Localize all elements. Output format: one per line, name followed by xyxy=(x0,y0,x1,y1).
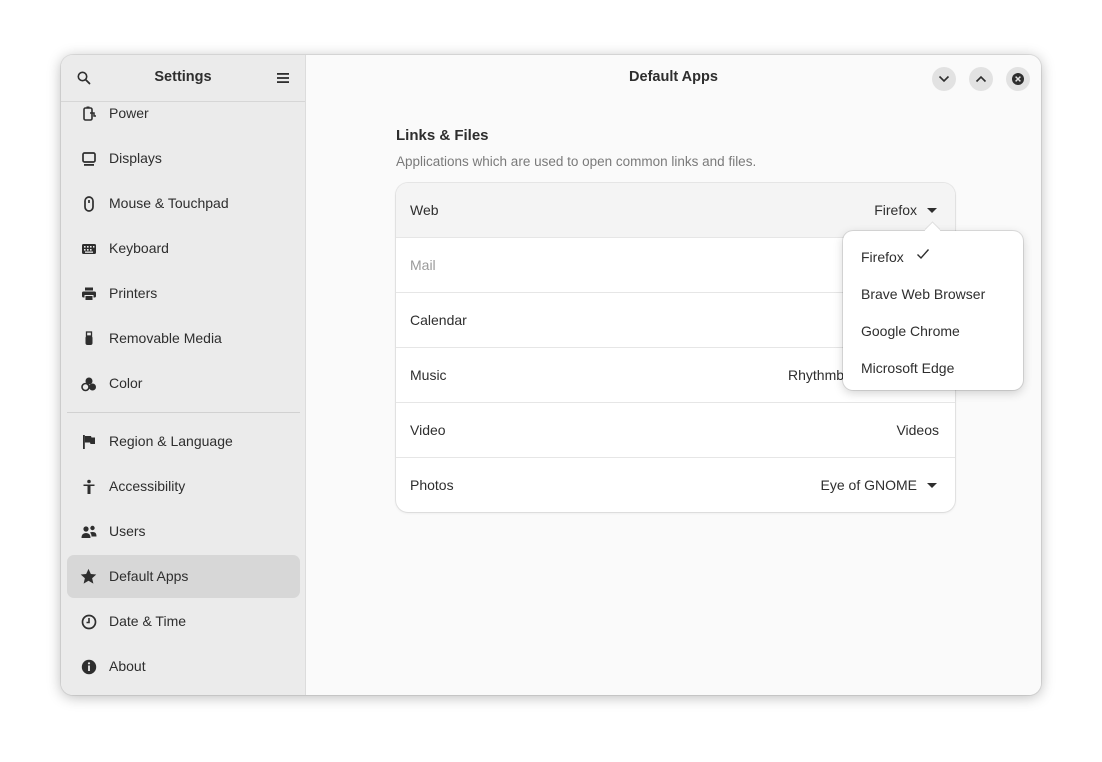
sidebar-item-removable-media[interactable]: Removable Media xyxy=(67,317,300,360)
sidebar-item-displays[interactable]: Displays xyxy=(67,137,300,180)
sidebar-separator xyxy=(67,412,300,413)
sidebar-item-label: Users xyxy=(109,523,146,539)
users-icon xyxy=(80,523,97,540)
hamburger-menu-icon xyxy=(277,73,289,83)
row-web[interactable]: Web Firefox xyxy=(396,183,955,238)
sidebar-item-mouse-touchpad[interactable]: Mouse & Touchpad xyxy=(67,182,300,225)
sidebar-item-label: Displays xyxy=(109,150,162,166)
color-icon xyxy=(80,375,97,392)
checkmark-icon xyxy=(917,249,930,260)
main-menu-button[interactable] xyxy=(271,66,295,90)
keyboard-icon xyxy=(80,240,97,257)
sidebar-item-label: Power xyxy=(109,105,149,121)
page-title: Default Apps xyxy=(629,69,718,85)
usb-icon xyxy=(80,330,97,347)
popover-option-edge[interactable]: Microsoft Edge xyxy=(849,350,1017,384)
star-icon xyxy=(80,568,97,585)
printer-icon xyxy=(80,285,97,302)
row-label: Calendar xyxy=(410,312,467,328)
close-button[interactable] xyxy=(1006,67,1030,91)
sidebar-item-color[interactable]: Color xyxy=(67,362,300,405)
dropdown-arrow-icon xyxy=(927,483,937,488)
accessibility-icon xyxy=(80,478,97,495)
row-label: Mail xyxy=(410,257,436,273)
sidebar-item-label: Mouse & Touchpad xyxy=(109,195,229,211)
sidebar: Settings Power Displays Mouse & Touchpad… xyxy=(61,55,306,695)
sidebar-item-label: Keyboard xyxy=(109,240,169,256)
section-subtitle: Applications which are used to open comm… xyxy=(396,154,757,169)
section-title: Links & Files xyxy=(396,127,489,144)
row-label: Photos xyxy=(410,477,454,493)
power-icon xyxy=(80,105,97,122)
clock-icon xyxy=(80,613,97,630)
sidebar-item-label: Region & Language xyxy=(109,433,233,449)
flag-icon xyxy=(80,433,97,450)
sidebar-item-label: Color xyxy=(109,375,143,391)
row-value: Firefox xyxy=(874,202,917,218)
sidebar-item-about[interactable]: About xyxy=(67,645,300,688)
option-label: Google Chrome xyxy=(861,323,960,339)
sidebar-title: Settings xyxy=(154,69,212,85)
popover-option-chrome[interactable]: Google Chrome xyxy=(849,313,1017,347)
row-value: Rhythmb xyxy=(788,367,845,383)
sidebar-item-printers[interactable]: Printers xyxy=(67,272,300,315)
sidebar-item-label: Default Apps xyxy=(109,568,189,584)
settings-window: Settings Power Displays Mouse & Touchpad… xyxy=(61,55,1041,695)
sidebar-item-keyboard[interactable]: Keyboard xyxy=(67,227,300,270)
row-value: Videos xyxy=(896,422,939,438)
chevron-down-icon xyxy=(938,75,950,83)
display-icon xyxy=(80,150,97,167)
option-label: Firefox xyxy=(861,249,904,265)
sidebar-header: Settings xyxy=(61,55,305,102)
sidebar-item-users[interactable]: Users xyxy=(67,510,300,553)
dropdown-arrow-icon xyxy=(927,208,937,213)
option-label: Brave Web Browser xyxy=(861,286,986,302)
sidebar-item-default-apps[interactable]: Default Apps xyxy=(67,555,300,598)
main-header: Default Apps xyxy=(306,55,1041,101)
mouse-icon xyxy=(80,195,97,212)
chevron-up-icon xyxy=(975,75,987,83)
row-value: Eye of GNOME xyxy=(820,477,917,493)
web-browser-popover: Firefox Brave Web Browser Google Chrome … xyxy=(843,222,1023,390)
sidebar-item-label: About xyxy=(109,658,146,674)
sidebar-item-date-time[interactable]: Date & Time xyxy=(67,600,300,643)
row-photos[interactable]: Photos Eye of GNOME xyxy=(396,458,955,512)
popover-option-firefox[interactable]: Firefox xyxy=(849,239,1017,273)
option-label: Microsoft Edge xyxy=(861,360,955,376)
minimize-button[interactable] xyxy=(932,67,956,91)
sidebar-item-accessibility[interactable]: Accessibility xyxy=(67,465,300,508)
row-label: Video xyxy=(410,422,446,438)
sidebar-item-label: Date & Time xyxy=(109,613,187,629)
info-icon xyxy=(80,658,97,675)
maximize-button[interactable] xyxy=(969,67,993,91)
row-video[interactable]: Video Videos xyxy=(396,403,955,458)
sidebar-item-label: Printers xyxy=(109,285,158,301)
sidebar-list: Power Displays Mouse & Touchpad Keyboard xyxy=(61,102,305,695)
close-icon xyxy=(1012,73,1024,85)
sidebar-item-label: Removable Media xyxy=(109,330,222,346)
sidebar-item-label: Accessibility xyxy=(109,478,186,494)
sidebar-item-region-language[interactable]: Region & Language xyxy=(67,420,300,463)
row-label: Web xyxy=(410,202,439,218)
popover-option-brave[interactable]: Brave Web Browser xyxy=(849,276,1017,310)
row-label: Music xyxy=(410,367,447,383)
